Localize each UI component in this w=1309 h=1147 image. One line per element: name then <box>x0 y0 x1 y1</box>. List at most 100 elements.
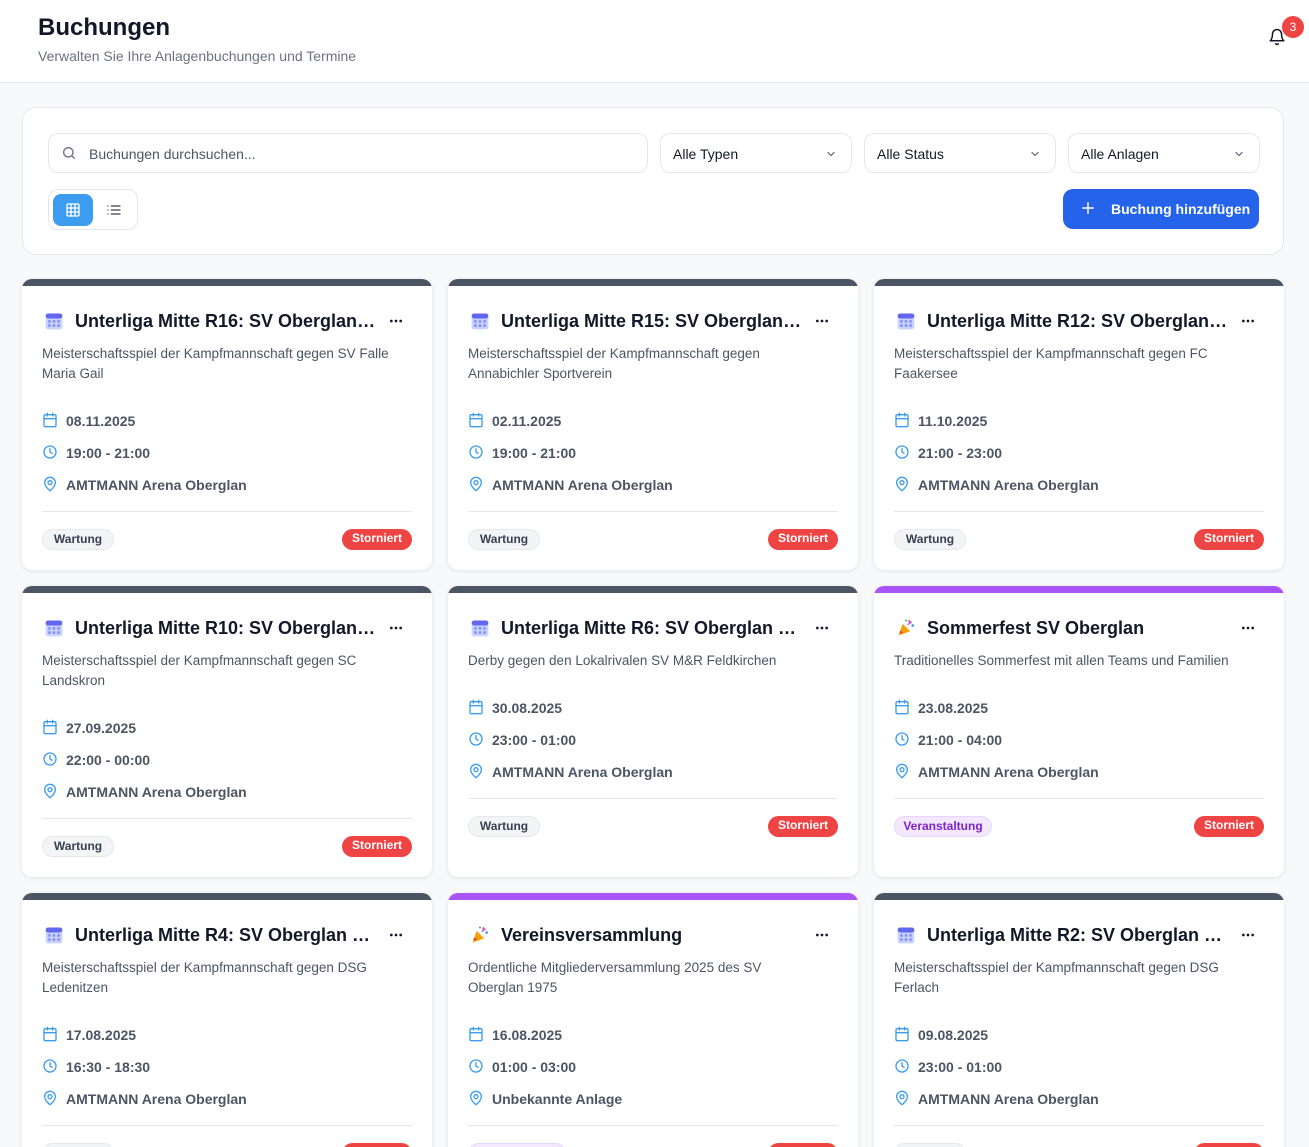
calendar-icon <box>469 1026 483 1042</box>
card-color-bar <box>448 586 858 593</box>
status-badge: Storniert <box>768 529 838 550</box>
more-options-icon[interactable] <box>1240 620 1256 636</box>
card-divider <box>468 798 838 799</box>
more-options-icon[interactable] <box>814 313 830 329</box>
map-pin-icon <box>43 476 57 492</box>
card-divider <box>42 511 412 512</box>
booking-location-text: Unbekannte Anlage <box>492 1091 623 1107</box>
booking-card[interactable]: Unterliga Mitte R15: SV Oberglan vs Anna… <box>448 279 858 570</box>
grid-view-button[interactable] <box>53 194 93 226</box>
list-icon <box>107 205 121 215</box>
type-badge: Veranstaltung <box>894 816 992 837</box>
calendar-icon <box>895 412 909 428</box>
booking-description: Meisterschaftsspiel der Kampfmannschaft … <box>894 346 1208 381</box>
card-divider <box>894 511 1264 512</box>
calendar-icon <box>43 719 57 735</box>
card-color-bar <box>22 586 432 593</box>
clock-icon <box>469 1059 483 1073</box>
more-options-icon[interactable] <box>814 927 830 943</box>
more-options-icon[interactable] <box>388 313 404 329</box>
card-divider <box>42 818 412 819</box>
booking-description: Derby gegen den Lokalrivalen SV M&R Feld… <box>468 653 777 668</box>
list-view-button[interactable] <box>94 194 134 226</box>
booking-description: Meisterschaftsspiel der Kampfmannschaft … <box>42 653 357 688</box>
booking-card[interactable]: Unterliga Mitte R2: SV Oberglan vs DSG F… <box>874 893 1284 1147</box>
map-pin-icon <box>469 476 483 492</box>
type-badge: Wartung <box>42 836 114 857</box>
more-options-icon[interactable] <box>388 620 404 636</box>
card-color-bar <box>874 279 1284 286</box>
booking-card[interactable]: Unterliga Mitte R16: SV Oberglan vs SV F… <box>22 279 432 570</box>
grid-icon <box>66 203 80 217</box>
clock-icon <box>895 445 909 459</box>
facility-select-label: Alle Anlagen <box>1081 146 1159 162</box>
status-select[interactable]: Alle Status <box>864 133 1056 173</box>
calendar-icon <box>469 412 483 428</box>
more-options-icon[interactable] <box>388 927 404 943</box>
calendar-icon <box>895 699 909 715</box>
more-options-icon[interactable] <box>1240 313 1256 329</box>
calendar-emoji-icon <box>896 925 916 945</box>
type-select[interactable]: Alle Typen <box>660 133 852 173</box>
card-divider <box>894 798 1264 799</box>
booking-card[interactable]: Sommerfest SV Oberglan Traditionelles So… <box>874 586 1284 877</box>
booking-title: Unterliga Mitte R12: SV Oberglan vs FC F… <box>927 311 1232 331</box>
type-badge: Wartung <box>42 1143 114 1147</box>
calendar-emoji-icon <box>896 311 916 331</box>
add-booking-button[interactable]: Buchung hinzufügen <box>1063 189 1259 229</box>
search-input[interactable] <box>89 143 629 165</box>
status-badge: Storniert <box>1194 816 1264 837</box>
map-pin-icon <box>895 476 909 492</box>
booking-date-text: 27.09.2025 <box>66 720 137 736</box>
calendar-emoji-icon <box>470 618 490 638</box>
status-select-label: Alle Status <box>877 146 944 162</box>
booking-date-text: 23.08.2025 <box>918 700 989 716</box>
booking-card[interactable]: Unterliga Mitte R4: SV Oberglan vs DSG L… <box>22 893 432 1147</box>
chevron-down-icon <box>827 151 835 157</box>
page-title: Buchungen <box>38 14 170 41</box>
map-pin-icon <box>895 763 909 779</box>
status-badge: Storniert <box>1194 529 1264 550</box>
calendar-emoji-icon <box>44 311 64 331</box>
type-badge: Wartung <box>468 529 540 550</box>
booking-time-text: 19:00 - 21:00 <box>66 445 151 461</box>
calendar-emoji-icon <box>44 925 64 945</box>
clock-icon <box>43 752 57 766</box>
card-color-bar <box>448 893 858 900</box>
booking-card[interactable]: Unterliga Mitte R6: SV Oberglan vs SV M&… <box>448 586 858 877</box>
status-badge: Storniert <box>342 836 412 857</box>
booking-time-text: 23:00 - 01:00 <box>492 732 577 748</box>
booking-location-text: AMTMANN Arena Oberglan <box>918 1091 1099 1107</box>
clock-icon <box>43 445 57 459</box>
type-badge: Wartung <box>42 529 114 550</box>
booking-time-text: 16:30 - 18:30 <box>66 1059 151 1075</box>
facility-select[interactable]: Alle Anlagen <box>1068 133 1260 173</box>
clock-icon <box>895 732 909 746</box>
booking-date-text: 30.08.2025 <box>492 700 563 716</box>
type-select-label: Alle Typen <box>673 146 739 162</box>
map-pin-icon <box>895 1090 909 1106</box>
booking-card[interactable]: Vereinsversammlung Ordentliche Mitgliede… <box>448 893 858 1147</box>
card-color-bar <box>448 279 858 286</box>
more-options-icon[interactable] <box>814 620 830 636</box>
card-divider <box>468 511 838 512</box>
booking-title: Unterliga Mitte R6: SV Oberglan vs SV M&… <box>501 618 806 638</box>
booking-card[interactable]: Unterliga Mitte R12: SV Oberglan vs FC F… <box>874 279 1284 570</box>
booking-location-text: AMTMANN Arena Oberglan <box>66 477 247 493</box>
booking-date-text: 02.11.2025 <box>492 413 562 429</box>
more-options-icon[interactable] <box>1240 927 1256 943</box>
notification-count-badge: 3 <box>1282 16 1304 38</box>
booking-title: Unterliga Mitte R2: SV Oberglan vs DSG F… <box>927 925 1232 945</box>
calendar-icon <box>43 412 57 428</box>
status-badge: Storniert <box>768 1143 838 1147</box>
status-badge: Storniert <box>768 816 838 837</box>
search-box[interactable] <box>48 133 648 173</box>
booking-time-text: 01:00 - 03:00 <box>492 1059 577 1075</box>
booking-date-text: 16.08.2025 <box>492 1027 563 1043</box>
calendar-icon <box>895 1026 909 1042</box>
map-pin-icon <box>469 1090 483 1106</box>
card-color-bar <box>22 893 432 900</box>
booking-title: Unterliga Mitte R16: SV Oberglan vs SV F… <box>75 311 380 331</box>
booking-card[interactable]: Unterliga Mitte R10: SV Oberglan vs SC L… <box>22 586 432 877</box>
status-badge: Storniert <box>342 1143 412 1147</box>
